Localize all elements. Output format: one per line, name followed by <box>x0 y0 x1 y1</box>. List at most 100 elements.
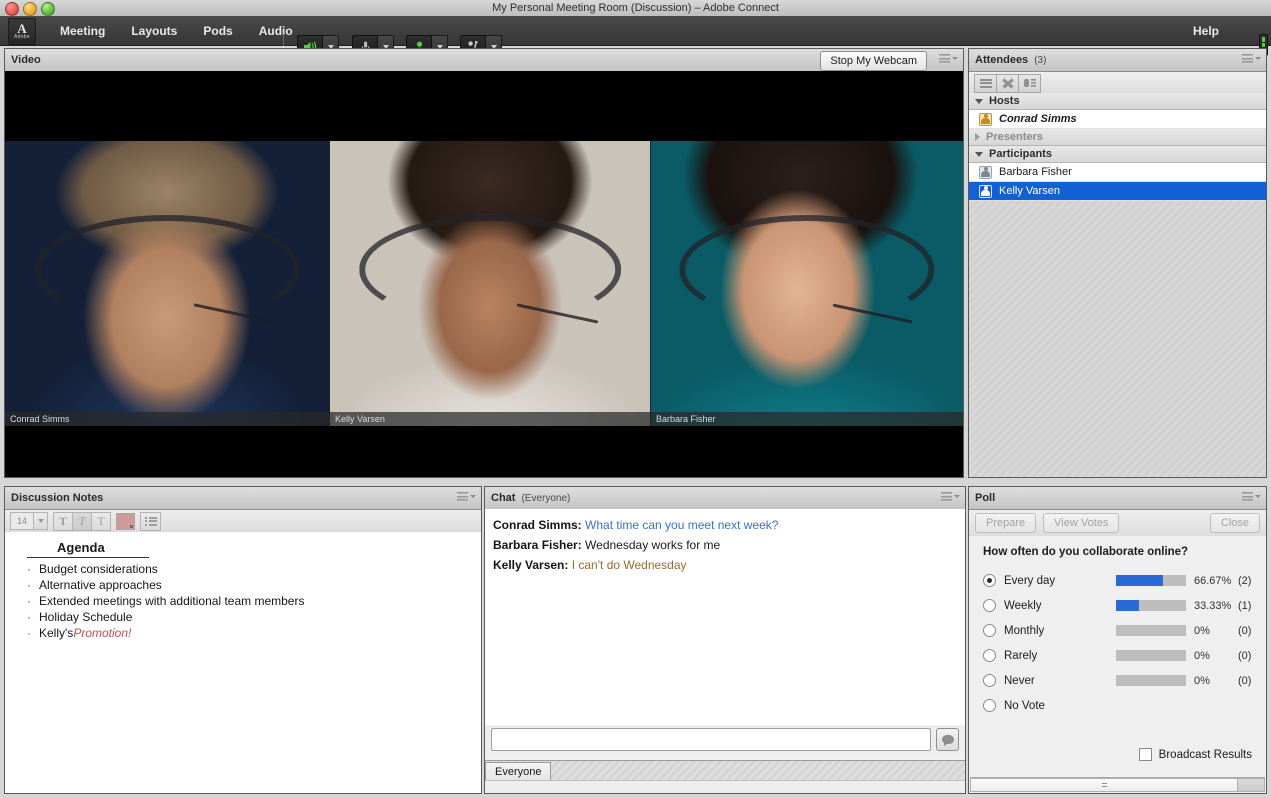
attendee-name: Barbara Fisher <box>999 166 1072 178</box>
poll-option-row[interactable]: Every day 66.67% (2) <box>969 568 1266 593</box>
stop-my-webcam-button[interactable]: Stop My Webcam <box>820 51 927 71</box>
poll-pod-title: Poll <box>975 492 995 504</box>
poll-radio[interactable] <box>983 674 996 687</box>
notes-pod-header: Discussion Notes <box>5 487 481 510</box>
attendee-group-hosts[interactable]: Hosts <box>969 93 1266 110</box>
attendee-group-presenters[interactable]: Presenters <box>969 129 1266 146</box>
notes-item-text: Extended meetings with additional team m… <box>39 593 304 609</box>
poll-toolbar: Prepare View Votes Close <box>969 510 1266 537</box>
poll-option-percent: 66.67% <box>1194 575 1238 587</box>
menu-help-container: Help <box>1183 16 1229 45</box>
plain-text-button[interactable]: T <box>92 512 111 531</box>
poll-prepare-button[interactable]: Prepare <box>975 513 1036 533</box>
participant-avatar-icon <box>979 166 992 179</box>
poll-radio[interactable] <box>983 624 996 637</box>
chat-message-list[interactable]: Conrad Simms: What time can you meet nex… <box>485 509 965 741</box>
video-pod: Video Stop My Webcam Conrad Simms Kelly … <box>4 48 964 478</box>
poll-view-votes-button[interactable]: View Votes <box>1043 513 1119 533</box>
video-pod-menu-button[interactable] <box>939 54 958 63</box>
list-view-icon <box>980 79 992 88</box>
menu-layouts[interactable]: Layouts <box>121 20 187 42</box>
chat-tab-everyone[interactable]: Everyone <box>485 762 551 781</box>
poll-radio[interactable] <box>983 599 996 612</box>
poll-radio[interactable] <box>983 649 996 662</box>
menu-separator <box>283 34 284 46</box>
font-size-select[interactable]: 14 <box>10 512 48 530</box>
participant-avatar-icon <box>979 185 992 198</box>
attendees-pod-menu-button[interactable] <box>1242 54 1261 63</box>
window-title-bar: My Personal Meeting Room (Discussion) – … <box>0 0 1271 17</box>
text-color-swatch[interactable] <box>116 513 135 530</box>
attendee-details-view-button[interactable] <box>1019 74 1041 93</box>
notes-pod-menu-button[interactable] <box>457 492 476 501</box>
chat-pod-menu-button[interactable] <box>941 492 960 501</box>
poll-option-count: (0) <box>1238 650 1251 662</box>
menu-items: Meeting Layouts Pods Audio <box>50 16 303 45</box>
chevron-down-icon <box>1255 495 1261 498</box>
notes-pod-title: Discussion Notes <box>11 492 103 504</box>
poll-radio[interactable] <box>983 699 996 712</box>
poll-option-row[interactable]: Rarely 0% (0) <box>969 643 1266 668</box>
bullet-list-button[interactable] <box>140 512 161 531</box>
poll-option-row[interactable]: Monthly 0% (0) <box>969 618 1266 643</box>
notes-item-highlight: Promotion! <box>73 625 131 641</box>
poll-option-count: (0) <box>1238 675 1251 687</box>
close-window-icon[interactable] <box>5 2 19 16</box>
hamburger-icon <box>941 492 952 501</box>
italic-button[interactable]: T <box>73 512 92 531</box>
chat-text: What time can you meet next week? <box>585 518 778 532</box>
video-tile[interactable]: Conrad Simms <box>5 141 329 426</box>
notes-list-item: · Budget considerations <box>5 561 481 577</box>
chat-send-button[interactable] <box>936 728 959 751</box>
poll-option-row[interactable]: Weekly 33.33% (1) <box>969 593 1266 618</box>
attendee-list-view-button[interactable] <box>974 74 997 93</box>
attendee-row-conrad-simms[interactable]: Conrad Simms <box>969 110 1266 129</box>
attendees-list[interactable]: Hosts Conrad Simms Presenters Participan… <box>969 93 1266 477</box>
attendee-group-label: Presenters <box>986 131 1043 143</box>
notes-item-text: Holiday Schedule <box>39 609 132 625</box>
attendee-group-participants[interactable]: Participants <box>969 146 1266 163</box>
poll-close-button[interactable]: Close <box>1210 513 1260 533</box>
broadcast-results-checkbox[interactable] <box>1139 748 1152 761</box>
bold-button[interactable]: T <box>53 512 73 531</box>
attendee-row-barbara-fisher[interactable]: Barbara Fisher <box>969 163 1266 182</box>
poll-option-label: No Vote <box>1004 700 1116 712</box>
bullet-glyph: · <box>27 561 39 577</box>
menu-meeting[interactable]: Meeting <box>50 20 115 42</box>
chat-input[interactable] <box>491 728 931 751</box>
poll-option-label: Never <box>1004 675 1116 687</box>
notes-list-item: · Extended meetings with additional team… <box>5 593 481 609</box>
broadcast-results-control[interactable]: Broadcast Results <box>1139 748 1252 761</box>
attendee-row-kelly-varsen[interactable]: Kelly Varsen <box>969 182 1266 201</box>
poll-result-bar <box>1116 600 1186 611</box>
chat-input-row <box>485 725 965 753</box>
poll-horizontal-scrollbar[interactable] <box>970 777 1265 792</box>
chat-sender: Conrad Simms: <box>493 518 582 532</box>
chat-pod-title: Chat <box>491 492 515 504</box>
scrollbar-track-end[interactable] <box>1238 778 1265 792</box>
poll-radio[interactable] <box>983 574 996 587</box>
poll-option-count: (1) <box>1238 600 1251 612</box>
attendee-card-icon <box>1024 78 1036 88</box>
bullet-glyph: · <box>27 609 39 625</box>
attendees-pod-title: Attendees <box>975 54 1028 66</box>
minimize-window-icon[interactable] <box>23 2 37 16</box>
poll-option-row[interactable]: No Vote <box>969 693 1266 718</box>
poll-option-count: (2) <box>1238 575 1251 587</box>
video-tile[interactable]: Barbara Fisher <box>651 141 963 426</box>
maximize-window-icon[interactable] <box>41 2 55 16</box>
video-tiles: Conrad Simms Kelly Varsen Barbara Fisher <box>5 141 963 426</box>
attendee-scatter-view-button[interactable] <box>997 74 1019 93</box>
video-tile-name: Barbara Fisher <box>651 412 963 426</box>
poll-pod-menu-button[interactable] <box>1242 492 1261 501</box>
poll-option-row[interactable]: Never 0% (0) <box>969 668 1266 693</box>
menu-audio[interactable]: Audio <box>249 20 303 42</box>
scrollbar-thumb[interactable] <box>970 778 1238 792</box>
video-tile[interactable]: Kelly Varsen <box>329 141 651 426</box>
notes-content[interactable]: Agenda · Budget considerations · Alterna… <box>5 532 481 793</box>
chevron-down-icon <box>952 57 958 60</box>
menu-pods[interactable]: Pods <box>193 20 242 42</box>
poll-option-label: Rarely <box>1004 650 1116 662</box>
menu-help[interactable]: Help <box>1183 20 1229 42</box>
grip-icon <box>1102 783 1107 787</box>
